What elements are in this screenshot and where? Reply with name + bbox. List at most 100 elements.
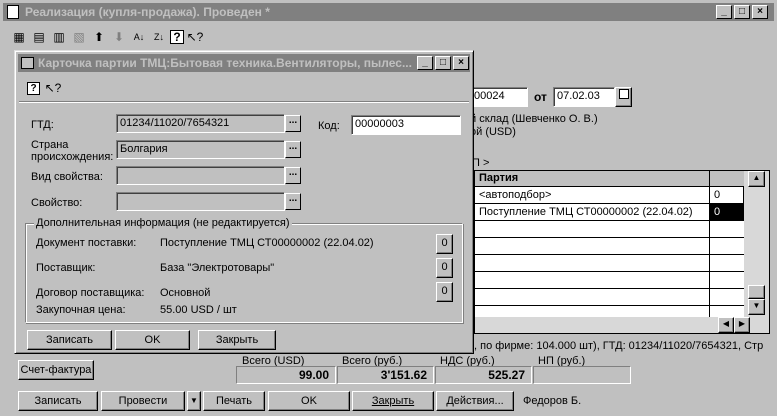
toolbar-separator [19,101,469,103]
scroll-thumb[interactable] [748,285,765,299]
scroll-down-button[interactable]: ▼ [748,299,765,315]
table-row[interactable]: Поступление ТМЦ СТ00000002 (22.04.02) [475,204,710,221]
arrow-down-icon[interactable]: ⬇ [110,28,128,46]
additional-info-group: Дополнительная информация (не редактируе… [25,217,463,323]
sort-desc-icon[interactable]: Z↓ [150,28,168,46]
property-kind-select-button[interactable]: ... [285,167,301,184]
dialog-save-button[interactable]: Записать [27,330,112,350]
code-value: 00000003 [355,118,404,130]
ok-button[interactable]: OK [268,391,350,411]
gtd-select-button[interactable]: ... [285,115,301,132]
calendar-icon [618,89,629,99]
gtd-label: ГТД: [31,119,54,131]
sort-asc-icon[interactable]: A↓ [130,28,148,46]
property-select-button[interactable]: ... [285,193,301,210]
batch-card-dialog: Карточка партии ТМЦ:Бытовая техника.Вент… [14,50,474,354]
contract-value: Основной [160,287,211,299]
country-field[interactable]: Болгария [116,140,285,159]
country-label: Страна происхождения: [31,139,114,163]
main-window-controls: _ □ × [716,5,768,19]
dialog-ok-button[interactable]: OK [115,330,190,350]
vat-value: 525.27 [435,366,532,384]
maximize-button[interactable]: □ [734,5,750,19]
invoice-button[interactable]: Счет-фактура [18,360,94,380]
group-title: Дополнительная информация (не редактируе… [34,217,292,229]
date-label: от [534,90,547,104]
table-row-extra[interactable]: 0 [710,187,744,204]
row-extra: 0 [714,189,721,201]
dialog-close-button[interactable]: × [453,56,469,70]
total-rub: 3'151.62 [380,368,427,382]
doc-value: Поступление ТМЦ СТ00000002 (22.04.02) [160,237,374,249]
scroll-up-button[interactable]: ▲ [748,171,765,187]
dialog-close-button-bottom[interactable]: Закрыть [198,330,276,350]
doc-open-button[interactable]: 0 [436,234,453,254]
warehouse-text: й склад (Шевченко О. В.) [470,113,598,125]
gtd-field[interactable]: 01234/11020/7654321 [116,114,285,133]
tab-hint: П > [472,157,490,169]
dialog-app-icon [21,57,34,69]
date-field[interactable]: 07.02.03 [553,87,615,107]
context-help-icon[interactable]: ↖? [44,79,62,97]
main-title-bar: Реализация (купля-продажа). Проведен * [3,3,774,21]
property-kind-field[interactable] [116,166,285,185]
actions-button[interactable]: Действия... [436,391,514,411]
dialog-toolbar: ? ↖? [27,79,62,97]
currency-text: ой (USD) [470,126,516,138]
column-header-party[interactable]: Партия [479,172,518,184]
scroll-left-button[interactable]: ◀ [718,317,734,333]
row-extra: 0 [714,206,721,218]
dialog-window-controls: _ □ × [417,56,469,70]
close-button[interactable]: × [752,5,768,19]
dialog-maximize-button[interactable]: □ [435,56,451,70]
table-row[interactable]: <автоподбор> [475,187,710,204]
code-field[interactable]: 00000003 [351,115,461,135]
table-row-extra-selected[interactable]: 0 [710,204,744,221]
post-button[interactable]: Провести [101,391,185,411]
context-help-icon[interactable]: ↖? [186,28,204,46]
total-usd-value: 99.00 [236,366,336,384]
print-button[interactable]: Печать [203,391,265,411]
row-party: <автоподбор> [479,189,552,201]
row-party: Поступление ТМЦ СТ00000002 (22.04.02) [479,206,693,218]
horizontal-scrollbar[interactable]: ◀ ▶ [475,317,769,333]
post-dropdown-button[interactable]: ▼ [187,391,201,411]
property-kind-label: Вид свойства: [31,171,103,183]
price-value: 55.00 USD / шт [160,304,237,316]
document-number: 00024 [474,90,505,102]
calendar-button[interactable] [615,87,632,107]
date-value: 07.02.03 [557,90,600,102]
save-button[interactable]: Записать [18,391,98,411]
help-icon[interactable]: ? [170,30,184,44]
minimize-button[interactable]: _ [716,5,732,19]
total-rub-value: 3'151.62 [337,366,434,384]
dialog-minimize-button[interactable]: _ [417,56,433,70]
main-title: Реализация (купля-продажа). Проведен * [25,5,270,19]
close-main-button[interactable]: Закрыть [352,391,434,411]
document-number-field[interactable]: 00024 [470,87,528,107]
contract-open-button[interactable]: 0 [436,282,453,302]
dialog-title: Карточка партии ТМЦ:Бытовая техника.Вент… [38,56,412,70]
arrow-up-icon[interactable]: ⬆ [90,28,108,46]
vertical-scrollbar[interactable]: ▲ ▼ [744,171,769,317]
edit-row-icon[interactable]: ▥ [50,28,68,46]
gtd-value: 01234/11020/7654321 [120,117,230,129]
property-label: Свойство: [31,197,83,209]
country-select-button[interactable]: ... [285,141,301,158]
document-icon [7,5,19,19]
empty-rows [475,221,744,317]
help-icon[interactable]: ? [27,82,40,95]
new-row-icon[interactable]: ▦ [10,28,28,46]
supplier-value: База "Электротовары" [160,262,275,274]
np-value [533,366,631,384]
column-line [709,187,710,317]
supplier-open-button[interactable]: 0 [436,258,453,278]
delete-row-icon[interactable]: ▧ [70,28,88,46]
copy-row-icon[interactable]: ▤ [30,28,48,46]
column-divider [709,171,710,187]
property-field[interactable] [116,192,285,211]
table-header: Партия [475,171,769,187]
contract-label: Договор поставщика: [36,287,145,299]
scroll-right-button[interactable]: ▶ [734,317,750,333]
status-line: , по фирме: 104.000 шт), ГТД: 01234/1102… [474,340,764,352]
